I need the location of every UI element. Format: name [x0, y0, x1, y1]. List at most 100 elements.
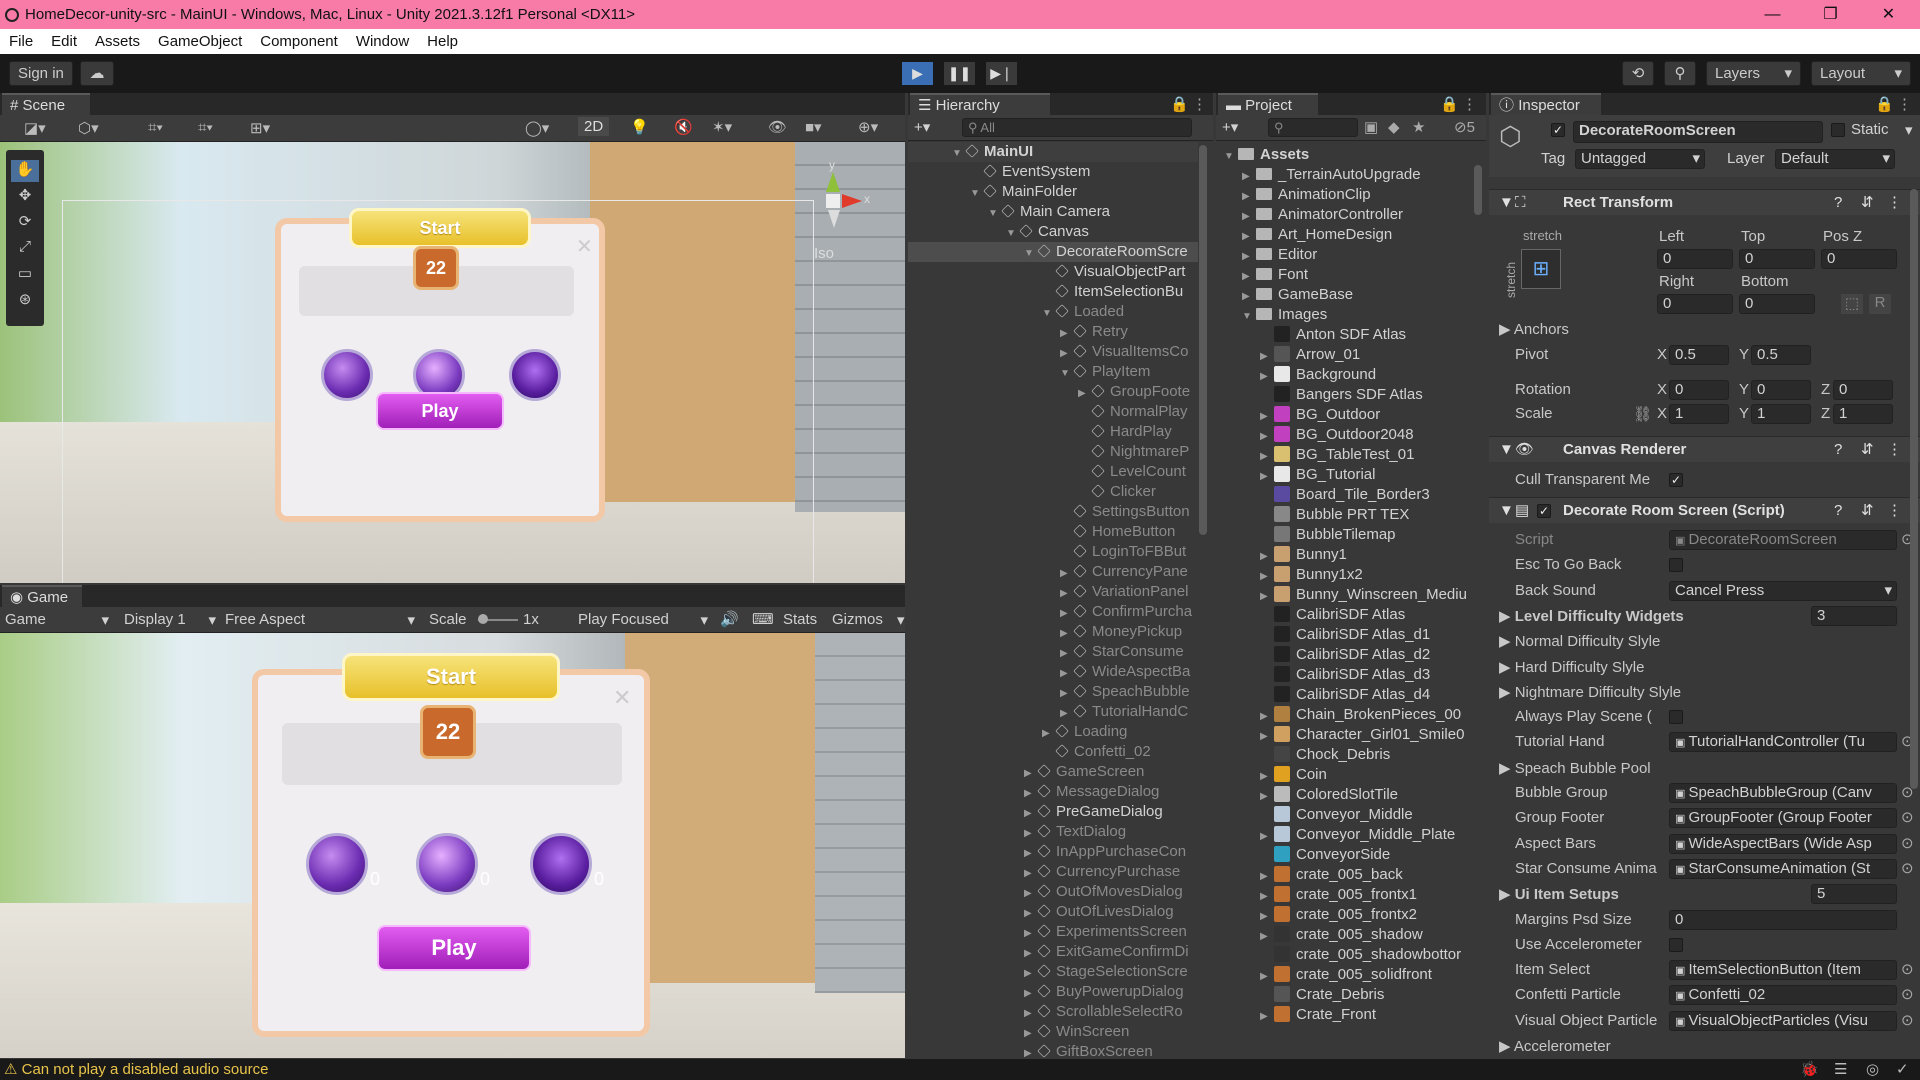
project-search-input[interactable]: ⚲ — [1268, 118, 1358, 137]
object-picker-icon[interactable]: ⊙ — [1901, 808, 1914, 826]
hierarchy-lock-icon[interactable]: 🔒 — [1170, 95, 1189, 113]
hierarchy-item[interactable]: ▶ ExitGameConfirmDi — [908, 942, 1198, 962]
project-item[interactable]: CalibriSDF Atlas — [1216, 605, 1474, 625]
script-field-checkbox[interactable] — [1669, 710, 1683, 725]
constrain-proportions-icon[interactable]: ⛓ — [1633, 405, 1652, 423]
expand-arrow-icon[interactable]: ▶ — [1024, 784, 1034, 804]
project-item[interactable]: Bangers SDF Atlas — [1216, 385, 1474, 405]
hierarchy-item[interactable]: ▶ VisualItemsCo — [908, 342, 1198, 362]
expand-arrow-icon[interactable]: ▶ — [1024, 1044, 1034, 1058]
menu-gameobject[interactable]: GameObject — [149, 33, 251, 50]
object-reference-field[interactable]: ▣ SpeachBubbleGroup (Canv — [1669, 783, 1897, 803]
hierarchy-item[interactable]: ▼ Main Camera — [908, 202, 1198, 222]
script-component-header[interactable]: ▼ ▤ ✓ Decorate Room Screen (Script) ? ⇵ … — [1489, 497, 1920, 523]
toggle-2d-button[interactable]: 2D — [578, 117, 610, 136]
rotation-x-input[interactable]: 0 — [1669, 380, 1729, 400]
project-item[interactable]: ▶ Background — [1216, 365, 1474, 385]
object-name-input[interactable]: DecorateRoomScreen — [1573, 121, 1823, 143]
project-item[interactable]: ▶ Character_Girl01_Smile0 — [1216, 725, 1474, 745]
tag-dropdown[interactable]: Untagged ▾ — [1575, 149, 1705, 169]
project-item[interactable]: ▶ AnimationClip — [1216, 185, 1474, 205]
hierarchy-item[interactable]: LoginToFBBut — [908, 542, 1198, 562]
scale-tool-icon[interactable]: ⤢ — [11, 238, 39, 260]
hierarchy-item[interactable]: ▼ MainFolder — [908, 182, 1198, 202]
expand-arrow-icon[interactable]: ▼ — [1006, 224, 1016, 244]
object-picker-icon[interactable]: ⊙ — [1901, 985, 1914, 1003]
expand-arrow-icon[interactable]: ▶ — [1260, 907, 1270, 927]
project-add-button[interactable]: +▾ — [1222, 118, 1238, 136]
project-item[interactable]: CalibriSDF Atlas_d4 — [1216, 685, 1474, 705]
camera-icon[interactable]: ■▾ — [805, 118, 822, 136]
expand-arrow-icon[interactable]: ▶ — [1260, 467, 1270, 487]
preset-icon[interactable]: ⇵ — [1861, 190, 1874, 216]
project-item[interactable]: Board_Tile_Border3 — [1216, 485, 1474, 505]
expand-arrow-icon[interactable]: ▶ — [1260, 967, 1270, 987]
expand-arrow-icon[interactable]: ▶ — [1260, 567, 1270, 587]
hierarchy-item[interactable]: ▶ Retry — [908, 322, 1198, 342]
hand-tool-icon[interactable]: ✋ — [11, 160, 39, 182]
hierarchy-item[interactable]: ItemSelectionBu — [908, 282, 1198, 302]
debug-icon[interactable]: 🐞 — [1800, 1059, 1819, 1080]
script-field-input[interactable]: 3 — [1811, 605, 1897, 626]
hierarchy-item[interactable]: EventSystem — [908, 162, 1198, 182]
script-foldout[interactable]: ▶ Normal Difficulty Slyle — [1499, 632, 1660, 650]
object-reference-field[interactable]: ▣ GroupFooter (Group Footer — [1669, 808, 1897, 829]
search-by-type-icon[interactable]: ▣ — [1364, 118, 1378, 136]
hierarchy-item[interactable]: Confetti_02 — [908, 742, 1198, 762]
project-item[interactable]: ▼ Images — [1216, 305, 1474, 325]
expand-arrow-icon[interactable]: ▶ — [1024, 984, 1034, 1004]
mute-audio-icon[interactable]: 🔊 — [720, 610, 739, 628]
object-reference-field[interactable]: ▣ VisualObjectParticles (Visu — [1669, 1010, 1897, 1031]
menu-assets[interactable]: Assets — [86, 33, 149, 50]
expand-arrow-icon[interactable]: ▼ — [1024, 244, 1034, 264]
expand-arrow-icon[interactable]: ▶ — [1260, 867, 1270, 887]
expand-arrow-icon[interactable]: ▶ — [1024, 824, 1034, 844]
expand-arrow-icon[interactable]: ▶ — [1060, 604, 1070, 624]
canvas-renderer-header[interactable]: ▼ 👁 Canvas Renderer ? ⇵ ⋮ — [1489, 436, 1920, 462]
expand-arrow-icon[interactable]: ▶ — [1260, 767, 1270, 787]
layer-dropdown[interactable]: Default ▾ — [1775, 149, 1895, 169]
layers-dropdown[interactable]: Layers ▾ — [1706, 61, 1801, 86]
view-tool-icon[interactable]: ◯▾ — [525, 119, 549, 137]
hierarchy-menu-icon[interactable]: ⋮ — [1192, 95, 1207, 113]
project-item[interactable]: ▶ crate_005_shadow — [1216, 925, 1474, 945]
scale-slider-handle[interactable] — [478, 614, 488, 624]
expand-arrow-icon[interactable]: ▶ — [1024, 884, 1034, 904]
hierarchy-item[interactable]: ▶ GameScreen — [908, 762, 1198, 782]
object-picker-icon[interactable]: ⊙ — [1901, 834, 1914, 852]
project-menu-icon[interactable]: ⋮ — [1462, 95, 1477, 113]
project-item[interactable]: ▶ crate_005_back — [1216, 865, 1474, 885]
expand-arrow-icon[interactable]: ▶ — [1024, 1024, 1034, 1044]
object-reference-field[interactable]: ▣ StarConsumeAnimation (St — [1669, 858, 1897, 879]
step-button[interactable]: ▶❘ — [986, 62, 1017, 85]
project-item[interactable]: ▶ Bunny1 — [1216, 545, 1474, 565]
dialog-close-icon[interactable]: ✕ — [613, 685, 631, 711]
expand-arrow-icon[interactable]: ▶ — [1024, 1004, 1034, 1024]
status-message[interactable]: Can not play a disabled audio source — [22, 1061, 269, 1078]
script-field-input[interactable]: 0 — [1669, 909, 1897, 930]
hierarchy-add-button[interactable]: +▾ — [914, 118, 930, 136]
display-dropdown[interactable]: Display 1 ▾ — [124, 611, 216, 629]
search-icon[interactable]: ⚲ — [1664, 61, 1696, 86]
expand-arrow-icon[interactable]: ▶ — [1260, 587, 1270, 607]
hierarchy-item[interactable]: ▶ BuyPowerupDialog — [908, 982, 1198, 1002]
help-icon[interactable]: ? — [1834, 190, 1842, 216]
expand-arrow-icon[interactable]: ▶ — [1024, 944, 1034, 964]
object-reference-field[interactable]: ▣ DecorateRoomScreen — [1669, 530, 1897, 550]
project-item[interactable]: ▶ GameBase — [1216, 285, 1474, 305]
object-picker-icon[interactable]: ⊙ — [1901, 1011, 1914, 1029]
project-item[interactable]: ▶ AnimatorController — [1216, 205, 1474, 225]
script-field-checkbox[interactable] — [1669, 558, 1683, 573]
project-item[interactable]: ConveyorSide — [1216, 845, 1474, 865]
static-checkbox[interactable] — [1831, 123, 1845, 137]
expand-arrow-icon[interactable]: ▼ — [988, 204, 998, 224]
expand-arrow-icon[interactable]: ▶ — [1260, 707, 1270, 727]
keyboard-icon[interactable]: ⌨ — [752, 610, 774, 628]
script-field-input[interactable]: 5 — [1811, 884, 1897, 905]
project-item[interactable]: ▶ Coin — [1216, 765, 1474, 785]
projection-label[interactable]: Iso — [814, 245, 834, 262]
gizmos-dropdown-icon[interactable]: ▾ — [897, 611, 905, 629]
gizmos-icon[interactable]: ⊕▾ — [858, 118, 878, 136]
minimize-button[interactable]: — — [1745, 0, 1800, 29]
tab-inspector[interactable]: ⓘ Inspector — [1491, 93, 1601, 115]
